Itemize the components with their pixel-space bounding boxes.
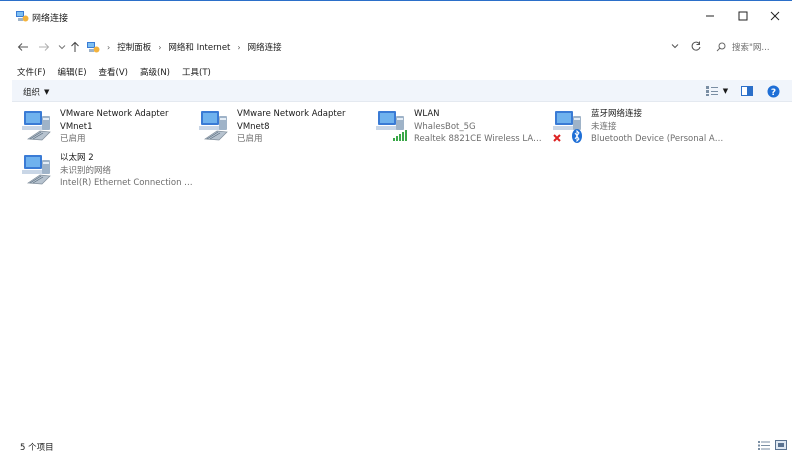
connection-status: 已启用 (60, 134, 86, 144)
control-panel-icon (87, 42, 100, 53)
window-title: 网络连接 (32, 14, 69, 24)
title-bar: 网络连接 (0, 0, 792, 30)
menu-file[interactable]: 文件(F) (17, 66, 46, 78)
breadcrumb-network-connections[interactable]: 网络连接 (248, 41, 282, 53)
connection-item-vmnet8[interactable]: VMware Network Adapter VMnet8 已启用 (197, 106, 373, 146)
refresh-icon[interactable] (690, 40, 702, 52)
search-icon (716, 42, 726, 52)
forward-button[interactable] (38, 41, 50, 53)
menu-bar: 文件(F) 编辑(E) 查看(V) 高级(N) 工具(T) (0, 64, 792, 80)
connection-device: Bluetooth Device (Personal Ar... (591, 134, 725, 144)
search-box[interactable]: 搜索"网... (716, 37, 786, 57)
network-adapter-icon (20, 108, 56, 144)
connection-item-vmnet1[interactable]: VMware Network Adapter VMnet1 已启用 (20, 106, 196, 146)
connection-name: WLAN (414, 109, 440, 119)
wireless-adapter-icon (374, 108, 407, 141)
organize-button[interactable]: 组织 ▼ (23, 86, 49, 98)
item-count: 5 个项目 (20, 443, 54, 453)
menu-view[interactable]: 查看(V) (99, 66, 128, 78)
svg-text:?: ? (770, 88, 775, 98)
change-view-button[interactable]: ▼ (704, 84, 730, 98)
chevron-down-icon (58, 45, 66, 50)
connection-name: VMware Network Adapter VMnet1 (60, 109, 169, 132)
connection-name: VMware Network Adapter VMnet8 (237, 109, 346, 132)
connection-item-bluetooth[interactable]: 蓝牙网络连接 未连接 Bluetooth Device (Personal Ar… (551, 106, 727, 146)
connection-device: Intel(R) Ethernet Connection (7... (60, 178, 194, 188)
minimize-icon (706, 15, 714, 17)
address-history-chevron-icon[interactable] (670, 41, 680, 51)
connection-item-wlan[interactable]: WLAN WhalesBot_5G Realtek 8821CE Wireles… (374, 106, 550, 146)
recent-locations-button[interactable] (56, 41, 68, 53)
network-adapter-icon (20, 152, 56, 188)
caret-down-icon: ▼ (44, 88, 50, 96)
network-connections-app-icon (16, 11, 29, 22)
bluetooth-adapter-icon (551, 108, 582, 143)
connection-name: 以太网 2 (60, 153, 94, 163)
breadcrumb-network-internet[interactable]: 网络和 Internet (168, 41, 230, 53)
minimize-button[interactable] (702, 9, 718, 23)
help-button[interactable]: ? (766, 84, 780, 98)
breadcrumb-separator[interactable]: › (158, 43, 161, 52)
maximize-icon (738, 11, 748, 21)
organize-label: 组织 (23, 88, 41, 98)
search-placeholder: 搜索"网... (732, 43, 770, 53)
details-view-icon[interactable] (758, 440, 770, 450)
help-icon: ? (767, 85, 779, 98)
arrow-left-icon (17, 43, 28, 51)
connection-status: 未连接 (591, 121, 617, 132)
arrow-up-icon (71, 41, 79, 52)
back-button[interactable] (17, 41, 29, 53)
caret-down-icon: ▼ (722, 87, 729, 95)
view-options-icon (705, 86, 718, 96)
maximize-button[interactable] (735, 9, 751, 23)
arrow-right-icon (39, 43, 50, 51)
preview-pane-icon (741, 86, 753, 96)
command-bar: 组织 ▼ ▼ ? (12, 80, 792, 102)
connection-network: WhalesBot_5G (414, 121, 476, 132)
large-icons-view-icon[interactable] (775, 440, 787, 450)
address-bar[interactable]: › 控制面板 › 网络和 Internet › 网络连接 (80, 37, 710, 57)
connection-name: 蓝牙网络连接 (591, 109, 643, 119)
close-icon (770, 11, 780, 21)
connection-status: 已启用 (237, 134, 263, 144)
connection-status: 未识别的网络 (60, 165, 112, 176)
connection-item-ethernet-2[interactable]: 以太网 2 未识别的网络 Intel(R) Ethernet Connectio… (20, 150, 196, 190)
breadcrumb-separator[interactable]: › (237, 43, 240, 52)
menu-tools[interactable]: 工具(T) (182, 66, 211, 78)
network-adapter-icon (197, 108, 233, 144)
connection-device: Realtek 8821CE Wireless LAN ... (414, 134, 548, 144)
close-button[interactable] (767, 9, 783, 23)
navigation-row: › 控制面板 › 网络和 Internet › 网络连接 (0, 34, 792, 60)
breadcrumb-separator[interactable]: › (107, 43, 110, 52)
breadcrumb-control-panel[interactable]: 控制面板 (117, 41, 151, 53)
menu-edit[interactable]: 编辑(E) (58, 66, 87, 78)
status-bar: 5 个项目 (0, 436, 792, 456)
preview-pane-button[interactable] (740, 84, 754, 98)
menu-advanced[interactable]: 高级(N) (140, 66, 170, 78)
